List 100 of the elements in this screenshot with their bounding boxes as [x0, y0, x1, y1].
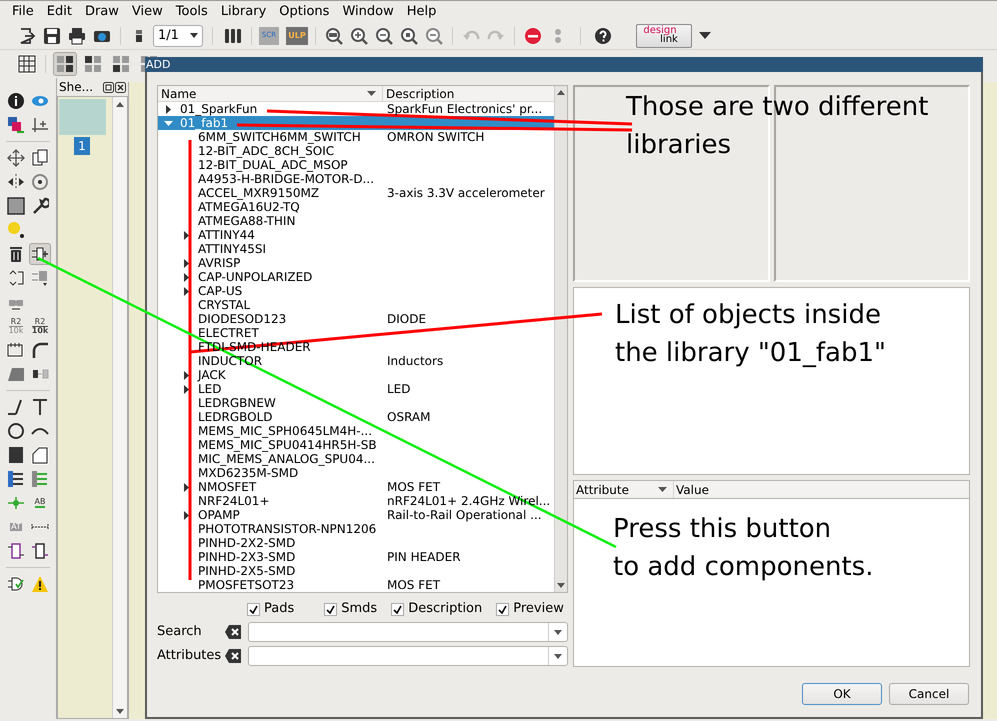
tree-row[interactable]: NMOSFET MOS FET	[158, 480, 554, 494]
tree-row[interactable]: CAP-US	[158, 284, 554, 298]
sort-caret-icon[interactable]	[658, 487, 667, 492]
option-checkbox[interactable]: Preview	[496, 599, 564, 619]
column-header[interactable]: Attribute	[576, 480, 629, 498]
info-icon[interactable]	[5, 90, 27, 112]
checkbox[interactable]	[324, 602, 338, 616]
sheet-select[interactable]: 1/1	[153, 24, 203, 46]
scrollbar[interactable]	[112, 97, 127, 718]
scroll-down-icon[interactable]	[116, 708, 124, 714]
expand-arrow-icon[interactable]	[182, 258, 190, 268]
checkbox[interactable]	[391, 602, 404, 616]
tree-row[interactable]: MEMS_MIC_SPH0645LM4H-...	[158, 424, 554, 438]
item-description: Rail-to-Rail Operational ...	[387, 508, 542, 522]
tree-row[interactable]: 12-BIT_ADC_8CH_SOIC	[158, 144, 554, 158]
caret-icon[interactable]	[699, 32, 711, 39]
expand-arrow-icon[interactable]	[182, 272, 190, 282]
layers-icon[interactable]	[5, 114, 27, 136]
expand-arrow-icon[interactable]	[182, 230, 190, 240]
tree-row[interactable]: AVRISP	[158, 256, 554, 270]
tree-row[interactable]: 12-BIT_DUAL_ADC_MSOP	[158, 158, 554, 172]
scroll-down-icon[interactable]	[557, 583, 565, 588]
restore-icon[interactable]	[103, 82, 114, 92]
layout-button[interactable]	[53, 52, 77, 76]
move-icon[interactable]	[5, 147, 27, 169]
column-header[interactable]: Name	[161, 86, 196, 102]
scroll-up-icon[interactable]	[116, 102, 124, 106]
close-icon[interactable]	[115, 82, 126, 92]
tree-row[interactable]: LEDRGBOLD OSRAM	[158, 410, 554, 424]
tree-row[interactable]: LED LED	[158, 382, 554, 396]
tree-row[interactable]: PINHD-2X5-SMD	[158, 564, 554, 578]
menu-item[interactable]: Edit	[46, 2, 72, 22]
dropdown-caret-icon[interactable]	[554, 654, 562, 658]
menu-item[interactable]: Library	[220, 2, 266, 22]
checkbox[interactable]	[247, 602, 260, 616]
scrollbar[interactable]	[554, 86, 567, 592]
tree-row[interactable]: PMOSFETSOT23 MOS FET	[158, 578, 554, 592]
dropdown-caret-icon[interactable]	[554, 630, 562, 634]
clear-icon[interactable]	[225, 625, 241, 639]
tree-row[interactable]: MEMS_MIC_SPU0414HR5H-SB	[158, 438, 554, 452]
menu-item[interactable]: View	[132, 2, 163, 22]
item-name: LEDRGBNEW	[198, 396, 276, 410]
tree-row[interactable]: A4953-H-BRIDGE-MOTOR-D...	[158, 172, 554, 186]
tree-row[interactable]: OPAMP Rail-to-Rail Operational ...	[158, 508, 554, 522]
menu-item[interactable]: Window	[342, 2, 394, 22]
tree-row[interactable]: PINHD-2X2-SMD	[158, 536, 554, 550]
expand-arrow-icon[interactable]	[182, 286, 190, 296]
tree-row[interactable]: JACK	[158, 368, 554, 382]
menu-item[interactable]: Options	[279, 2, 330, 22]
tree-row[interactable]: 6MM_SWITCH6MM_SWITCH OMRON SWITCH	[158, 130, 554, 144]
tree-row[interactable]: CRYSTAL	[158, 298, 554, 312]
option-checkbox[interactable]: Smds	[324, 599, 378, 619]
menu-item[interactable]: File	[12, 2, 34, 22]
collapse-arrow-icon[interactable]	[164, 118, 172, 128]
expand-arrow-icon[interactable]	[182, 482, 190, 492]
tree-row[interactable]: ATTINY44	[158, 228, 554, 242]
tree-row[interactable]: PHOTOTRANSISTOR-NPN1206	[158, 522, 554, 536]
expand-arrow-icon[interactable]	[182, 370, 190, 380]
item-name: MEMS_MIC_SPH0645LM4H-...	[198, 424, 372, 438]
menu-item[interactable]: Draw	[84, 2, 119, 22]
sort-caret-icon[interactable]	[367, 91, 376, 96]
column-header[interactable]: Description	[383, 86, 454, 101]
expand-arrow-icon[interactable]	[182, 384, 190, 394]
tree-row[interactable]: ELECTRET	[158, 326, 554, 340]
sheet-thumbnail[interactable]	[58, 99, 106, 135]
square-icon[interactable]	[5, 195, 27, 217]
clear-icon[interactable]	[225, 649, 241, 663]
tree-row[interactable]: MXD6235M-SMD	[158, 466, 554, 480]
item-name: DIODESOD123	[198, 312, 286, 326]
menu-item[interactable]: Help	[406, 2, 436, 22]
design-link-button[interactable]: design link	[636, 24, 692, 48]
column-header[interactable]: Value	[674, 481, 709, 498]
tree-row[interactable]: ATTINY45SI	[158, 242, 554, 256]
item-name: PINHD-2X3-SMD	[198, 550, 296, 564]
rotate-icon[interactable]	[29, 171, 51, 193]
expand-arrow-icon[interactable]	[182, 510, 190, 520]
option-checkbox[interactable]: Pads	[247, 599, 294, 619]
option-checkbox[interactable]: Description	[391, 599, 482, 619]
tree-row[interactable]: 01_SparkFun SparkFun Electronics' pr...	[158, 102, 554, 116]
tree-row[interactable]: CAP-UNPOLARIZED	[158, 270, 554, 284]
expand-arrow-icon[interactable]	[164, 104, 172, 114]
checkbox[interactable]	[496, 602, 510, 616]
tree-row[interactable]: DIODESOD123 DIODE	[158, 312, 554, 326]
menu-item[interactable]: Tools	[176, 2, 208, 22]
add-icon[interactable]	[29, 243, 51, 265]
cancel-button[interactable]: Cancel	[889, 683, 969, 705]
grid-icon[interactable]	[16, 53, 38, 75]
sheet-number: 1	[74, 137, 90, 155]
tree-row[interactable]: ATMEGA88-THIN	[158, 214, 554, 228]
tree-row[interactable]: MIC_MEMS_ANALOG_SPU04...	[158, 452, 554, 466]
scroll-up-icon[interactable]	[557, 90, 565, 95]
tree-row[interactable]: PINHD-2X3-SMD PIN HEADER	[158, 550, 554, 564]
tree-row[interactable]: LEDRGBNEW	[158, 396, 554, 410]
attributes-field[interactable]	[248, 646, 568, 666]
search-field[interactable]	[248, 622, 568, 642]
dropdown-caret-icon[interactable]	[190, 33, 198, 38]
tree-row[interactable]: ACCEL_MXR9150MZ 3-axis 3.3V accelerometer	[158, 186, 554, 200]
ok-button[interactable]: OK	[802, 683, 882, 705]
tree-row[interactable]: ATMEGA16U2-TQ	[158, 200, 554, 214]
circle-icon[interactable]	[5, 420, 27, 442]
